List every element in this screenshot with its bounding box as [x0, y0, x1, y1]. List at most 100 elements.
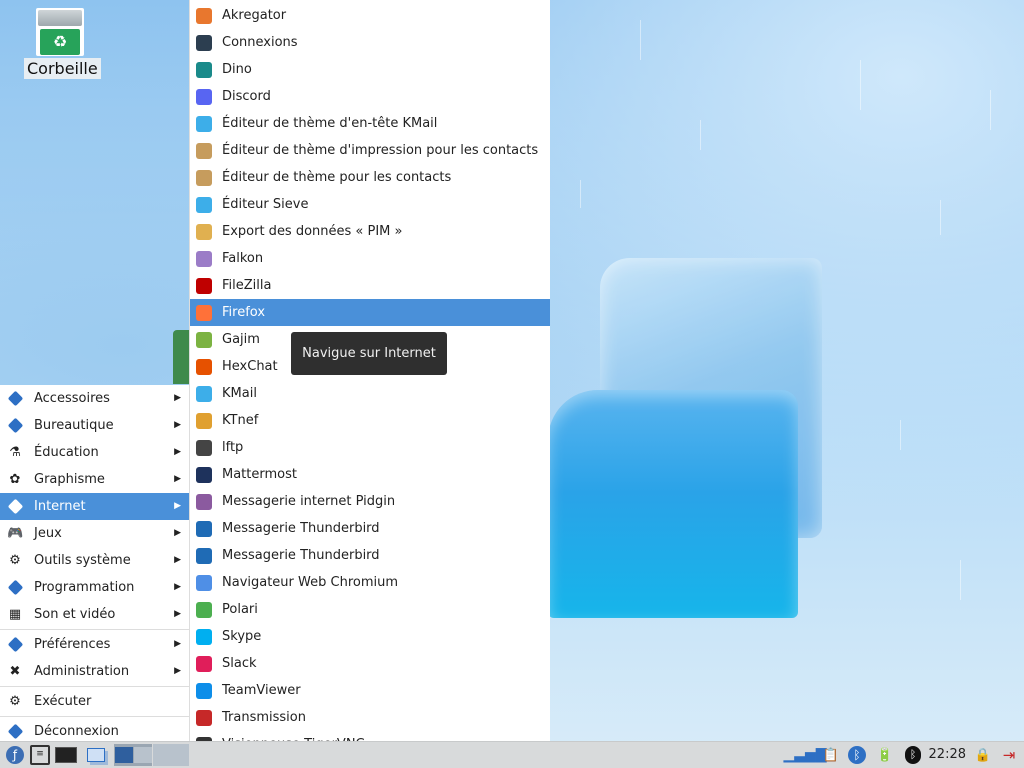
- app-item[interactable]: FileZilla: [190, 272, 550, 299]
- slack-icon: [196, 656, 212, 672]
- app-label: Mattermost: [222, 467, 297, 482]
- falkon-icon: [196, 251, 212, 267]
- app-item[interactable]: KTnef: [190, 407, 550, 434]
- app-label: Éditeur de thème pour les contacts: [222, 170, 452, 185]
- workspace-2[interactable]: [133, 747, 152, 763]
- app-item[interactable]: KMail: [190, 380, 550, 407]
- app-label: Akregator: [222, 8, 287, 23]
- trash-desktop-icon[interactable]: ♻ Corbeille: [24, 8, 101, 79]
- pim-export-icon: [196, 224, 212, 240]
- menu-preferences[interactable]: Préférences ▶: [0, 631, 189, 658]
- fedora-logo-icon: ƒ: [6, 746, 24, 764]
- logout-button[interactable]: ⇥: [998, 745, 1020, 765]
- menu-programmation[interactable]: Programmation ▶: [0, 574, 189, 601]
- app-item[interactable]: Dino: [190, 56, 550, 83]
- app-label: Polari: [222, 602, 258, 617]
- workspace-switcher[interactable]: [114, 744, 152, 766]
- app-item[interactable]: Navigateur Web Chromium: [190, 569, 550, 596]
- app-label: KMail: [222, 386, 257, 401]
- kmail-theme-icon: [196, 116, 212, 132]
- dino-icon: [196, 62, 212, 78]
- app-item[interactable]: Éditeur de thème d'en-tête KMail: [190, 110, 550, 137]
- windows-icon: [87, 748, 105, 762]
- app-item[interactable]: Éditeur de thème pour les contacts: [190, 164, 550, 191]
- start-menu-button[interactable]: ƒ: [4, 745, 26, 765]
- app-item[interactable]: Firefox: [190, 299, 550, 326]
- app-item[interactable]: Messagerie Thunderbird: [190, 542, 550, 569]
- show-desktop-button[interactable]: [84, 745, 108, 765]
- app-item[interactable]: Falkon: [190, 245, 550, 272]
- app-item[interactable]: Messagerie internet Pidgin: [190, 488, 550, 515]
- menu-label: Bureautique: [34, 418, 114, 433]
- app-label: Slack: [222, 656, 257, 671]
- submenu-arrow-icon: ▶: [174, 393, 181, 403]
- app-label: Éditeur de thème d'en-tête KMail: [222, 116, 438, 131]
- app-label: Gajim: [222, 332, 260, 347]
- app-item[interactable]: TeamViewer: [190, 677, 550, 704]
- app-label: Dino: [222, 62, 252, 77]
- file-manager-button[interactable]: ≡: [29, 745, 51, 765]
- submenu-arrow-icon: ▶: [174, 555, 181, 565]
- app-item[interactable]: Connexions: [190, 29, 550, 56]
- pidgin-icon: [196, 494, 212, 510]
- lock-icon[interactable]: 🔒: [972, 745, 994, 765]
- menu-label: Outils système: [34, 553, 131, 568]
- exit-icon: ⇥: [1002, 746, 1016, 764]
- app-label: Messagerie Thunderbird: [222, 548, 380, 563]
- clock[interactable]: 22:28: [929, 742, 966, 768]
- app-item[interactable]: Éditeur de thème d'impression pour les c…: [190, 137, 550, 164]
- submenu-arrow-icon: ▶: [174, 609, 181, 619]
- clipboard-icon[interactable]: 📋: [820, 745, 842, 765]
- internet-icon: [7, 498, 23, 515]
- app-item[interactable]: Éditeur Sieve: [190, 191, 550, 218]
- app-item[interactable]: Transmission: [190, 704, 550, 731]
- menu-internet[interactable]: Internet ▶: [0, 493, 189, 520]
- menu-label: Son et vidéo: [34, 607, 116, 622]
- thunderbird-icon: [196, 521, 212, 537]
- menu-outils-systeme[interactable]: ⚙ Outils système ▶: [0, 547, 189, 574]
- menu-label: Exécuter: [34, 694, 92, 709]
- office-icon: [7, 417, 23, 434]
- battery-icon[interactable]: 🔋: [874, 745, 896, 765]
- menu-education[interactable]: ⚗ Éducation ▶: [0, 439, 189, 466]
- menu-bureautique[interactable]: Bureautique ▶: [0, 412, 189, 439]
- app-label: Falkon: [222, 251, 264, 266]
- app-item[interactable]: Messagerie Thunderbird: [190, 515, 550, 542]
- cpu-graph-icon[interactable]: ▁▃▅▇: [783, 745, 826, 765]
- app-item[interactable]: Mattermost: [190, 461, 550, 488]
- gamepad-icon: 🎮: [7, 526, 24, 541]
- app-item[interactable]: Skype: [190, 623, 550, 650]
- app-item[interactable]: Discord: [190, 83, 550, 110]
- taskbar: ƒ ≡ ▁▃▅▇ 📋 ᛒ 🔋 ᛒ 22:28 🔒 ⇥: [0, 741, 1024, 768]
- app-item[interactable]: lftp: [190, 434, 550, 461]
- menu-son-et-video[interactable]: ▦ Son et vidéo ▶: [0, 601, 189, 628]
- submenu-arrow-icon: ▶: [174, 666, 181, 676]
- menu-administration[interactable]: ✖ Administration ▶: [0, 658, 189, 685]
- bluetooth-icon[interactable]: ᛒ: [846, 745, 868, 765]
- menu-jeux[interactable]: 🎮 Jeux ▶: [0, 520, 189, 547]
- app-item[interactable]: Akregator: [190, 2, 550, 29]
- app-label: HexChat: [222, 359, 278, 374]
- menu-label: Administration: [34, 664, 130, 679]
- menu-accessoires[interactable]: Accessoires ▶: [0, 385, 189, 412]
- app-item[interactable]: Polari: [190, 596, 550, 623]
- app-item[interactable]: Slack: [190, 650, 550, 677]
- menu-graphisme[interactable]: ✿ Graphisme ▶: [0, 466, 189, 493]
- app-item[interactable]: Export des données « PIM »: [190, 218, 550, 245]
- ktnef-icon: [196, 413, 212, 429]
- apps-list: Akregator Connexions Dino Discord Éditeur de…: [190, 0, 550, 758]
- menu-label: Préférences: [34, 637, 111, 652]
- workspace-3[interactable]: [153, 744, 189, 766]
- internet-submenu: Akregator Connexions Dino Discord Éditeur de…: [189, 0, 550, 768]
- menu-separator: [0, 629, 189, 630]
- terminal-button[interactable]: [54, 745, 78, 765]
- bluetooth-status-icon[interactable]: ᛒ: [902, 745, 924, 765]
- app-label: Éditeur de thème d'impression pour les c…: [222, 143, 539, 158]
- discord-icon: [196, 89, 212, 105]
- app-label: Connexions: [222, 35, 298, 50]
- workspace-1[interactable]: [114, 747, 133, 763]
- menu-label: Graphisme: [34, 472, 105, 487]
- app-label: Discord: [222, 89, 271, 104]
- app-label: Transmission: [222, 710, 306, 725]
- menu-executer[interactable]: ⚙ Exécuter: [0, 688, 189, 715]
